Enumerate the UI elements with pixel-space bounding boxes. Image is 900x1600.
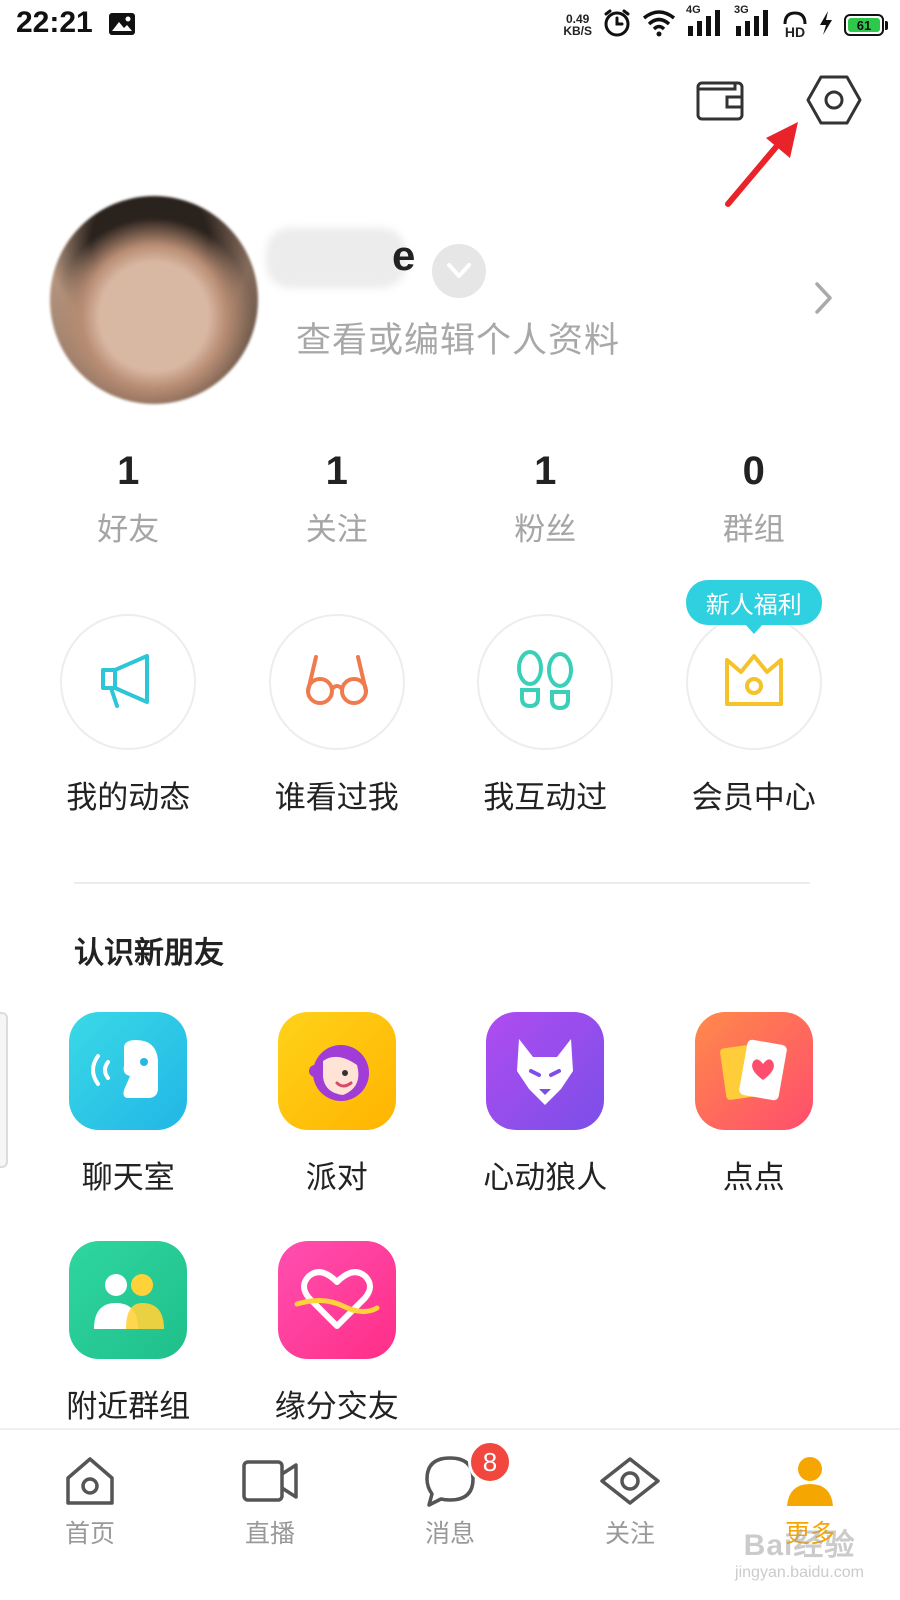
heart-match-icon <box>277 1241 396 1359</box>
signal-icon: 3G <box>734 4 772 42</box>
unread-badge: 8 <box>468 1440 512 1484</box>
home-icon <box>63 1454 117 1512</box>
chevron-down-icon[interactable] <box>432 244 486 298</box>
stat-value: 1 <box>534 449 557 493</box>
nav-label: 消息 <box>424 1519 475 1548</box>
app-fate-dating[interactable]: 缘分交友 <box>233 1241 442 1426</box>
nav-live[interactable]: 直播 <box>180 1430 360 1600</box>
battery-level: 61 <box>848 18 880 33</box>
nearby-groups-icon <box>69 1241 188 1359</box>
signal-icon: 4G <box>686 4 724 42</box>
hd-voice-icon: HD <box>782 11 808 39</box>
quick-action-circle <box>268 614 405 750</box>
quick-action-circle <box>60 614 197 750</box>
stat-label: 好友 <box>97 512 160 548</box>
quick-action-label: 谁看过我 <box>274 780 399 816</box>
nav-label: 直播 <box>244 1519 295 1548</box>
divider <box>74 882 810 884</box>
nav-label: 首页 <box>64 1519 115 1548</box>
footprints-icon <box>512 648 578 716</box>
app-dian-dian[interactable]: 点点 <box>650 1012 859 1197</box>
edit-profile-link[interactable]: 查看或编辑个人资料 <box>296 312 620 363</box>
side-drawer-handle[interactable] <box>0 1012 8 1168</box>
quick-actions: 我的动态 谁看过我 我互动过 新人福利 会员中心 <box>24 580 859 817</box>
discover-grid: 聊天室 派对 心动狼人 点点 附近群组 缘分交友 <box>24 1012 858 1426</box>
stat-label: 粉丝 <box>514 512 577 548</box>
stat-groups[interactable]: 0 群组 <box>650 444 859 549</box>
status-bar: 22:21 0.49 KB/S 4G 3G HD 61 <box>0 0 900 52</box>
stat-value: 1 <box>117 449 140 493</box>
stat-friends[interactable]: 1 好友 <box>24 444 233 549</box>
net-speed-unit: KB/S <box>563 24 592 38</box>
image-icon <box>108 12 136 40</box>
quick-action-label: 我互动过 <box>483 780 608 816</box>
new-user-benefit-badge[interactable]: 新人福利 <box>685 580 822 625</box>
settings-button[interactable] <box>804 72 864 132</box>
stat-following[interactable]: 1 关注 <box>233 444 442 549</box>
stat-label: 群组 <box>722 512 785 548</box>
nav-messages[interactable]: 消息 8 <box>360 1430 540 1600</box>
werewolf-icon <box>486 1012 605 1130</box>
network-type-label: 4G <box>686 4 701 16</box>
stat-value: 1 <box>325 449 348 493</box>
chevron-right-icon <box>812 280 836 320</box>
net-speed: 0.49 KB/S <box>563 13 592 37</box>
party-icon <box>277 1012 396 1130</box>
quick-action-label: 我的动态 <box>66 780 191 816</box>
megaphone-icon <box>97 650 159 714</box>
status-icons: 0.49 KB/S 4G 3G HD 61 <box>563 4 888 42</box>
alarm-icon <box>602 8 632 42</box>
avatar[interactable] <box>50 196 258 404</box>
watermark-sub: jingyan.baidu.com <box>735 1564 864 1581</box>
quick-action-label: 会员中心 <box>691 780 816 816</box>
profile-header[interactable]: e 查看或编辑个人资料 <box>0 190 900 410</box>
app-label: 派对 <box>305 1160 368 1196</box>
cards-icon <box>694 1012 813 1130</box>
status-time: 22:21 <box>16 6 93 39</box>
app-label: 点点 <box>722 1160 785 1196</box>
crown-icon <box>723 652 785 712</box>
username-redacted <box>266 228 406 288</box>
quick-action-circle <box>477 614 614 750</box>
app-werewolf[interactable]: 心动狼人 <box>441 1012 650 1197</box>
person-icon <box>783 1454 837 1512</box>
stat-label: 关注 <box>305 512 368 548</box>
eye-icon <box>599 1454 661 1512</box>
network-type-label: 3G <box>734 4 749 16</box>
app-party[interactable]: 派对 <box>233 1012 442 1197</box>
app-label: 聊天室 <box>81 1160 175 1196</box>
stat-value: 0 <box>742 449 765 493</box>
hd-label: HD <box>784 24 806 40</box>
quick-action-circle <box>685 614 822 750</box>
stats-row: 1 好友 1 关注 1 粉丝 0 群组 <box>24 444 858 549</box>
watermark: Bai经验 jingyan.baidu.com <box>735 1520 864 1582</box>
app-chatroom[interactable]: 聊天室 <box>24 1012 233 1197</box>
charging-icon <box>818 10 834 40</box>
nav-home[interactable]: 首页 <box>0 1430 180 1600</box>
wifi-icon <box>642 9 676 41</box>
quick-action-my-posts[interactable]: 我的动态 <box>24 614 233 817</box>
chatroom-icon <box>69 1012 188 1130</box>
app-nearby-groups[interactable]: 附近群组 <box>24 1241 233 1426</box>
nav-label: 关注 <box>604 1519 655 1548</box>
section-title: 认识新朋友 <box>74 936 224 971</box>
nav-follow[interactable]: 关注 <box>540 1430 720 1600</box>
video-icon <box>241 1454 299 1512</box>
glasses-icon <box>304 651 370 713</box>
battery-icon: 61 <box>844 14 888 36</box>
stat-fans[interactable]: 1 粉丝 <box>441 444 650 549</box>
quick-action-interacted[interactable]: 我互动过 <box>441 614 650 817</box>
username: e <box>392 232 416 279</box>
watermark-main: Bai经验 <box>743 1529 856 1562</box>
quick-action-visitors[interactable]: 谁看过我 <box>233 614 442 817</box>
quick-action-vip-center[interactable]: 新人福利 会员中心 <box>650 580 859 817</box>
app-label: 缘分交友 <box>274 1389 399 1425</box>
settings-icon <box>806 74 862 130</box>
app-label: 附近群组 <box>66 1389 191 1425</box>
app-label: 心动狼人 <box>483 1160 608 1196</box>
